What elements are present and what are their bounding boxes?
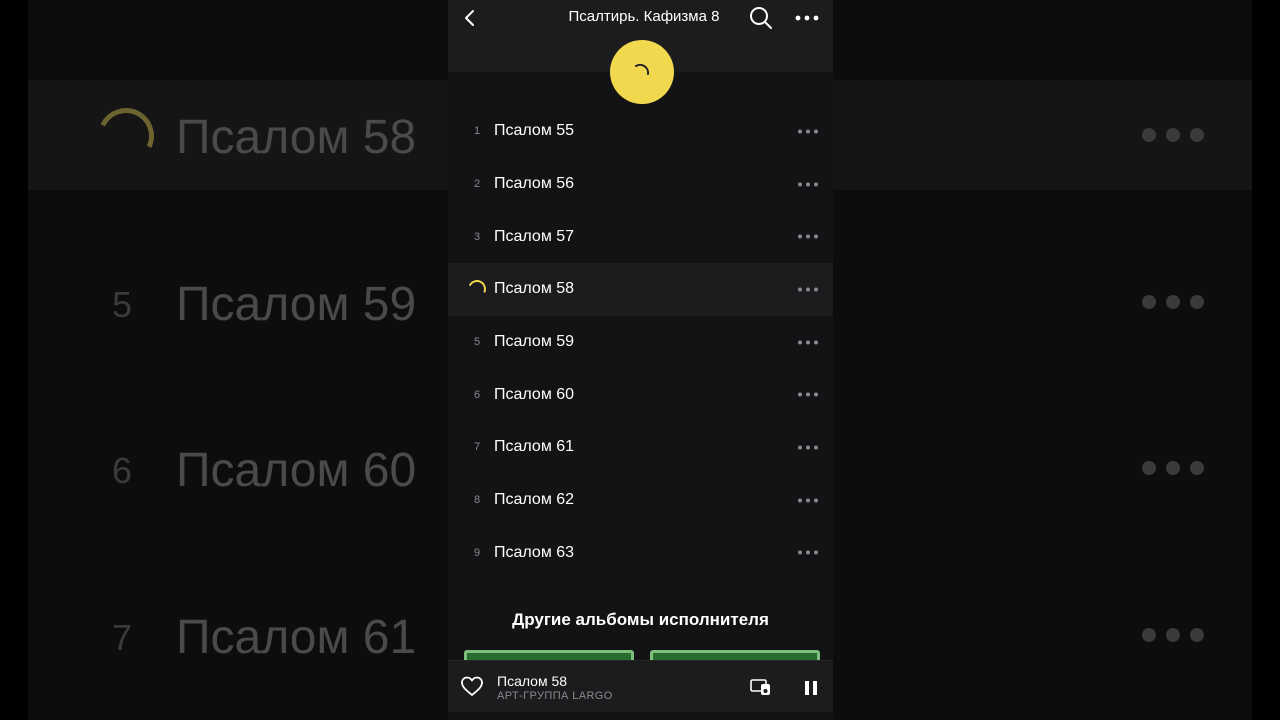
track-title: Псалом 62: [494, 491, 575, 509]
more-icon: [1142, 461, 1204, 475]
track-more-button[interactable]: [796, 279, 820, 299]
more-options-button[interactable]: [794, 5, 820, 31]
track-number: 7: [473, 441, 481, 454]
track-row[interactable]: 7 Псалом 61: [448, 421, 833, 474]
bg-row-title: Псалом 61: [176, 611, 417, 664]
search-icon: [750, 7, 772, 29]
more-icon: [798, 498, 818, 503]
track-row[interactable]: 8 Псалом 62: [448, 474, 833, 527]
mini-player[interactable]: Псалом 58 АРТ-ГРУППА LARGO: [448, 660, 833, 712]
track-more-button[interactable]: [796, 385, 820, 405]
loading-spinner-icon: [90, 100, 162, 172]
more-icon: [798, 392, 818, 397]
more-icon: [798, 445, 818, 450]
bg-row-number: 5: [112, 284, 133, 325]
page-title: Псалтирь. Кафизма 8: [568, 8, 720, 25]
search-button[interactable]: [748, 5, 774, 31]
pause-icon: [805, 681, 817, 695]
track-row[interactable]: 9 Псалом 63: [448, 527, 833, 580]
track-number: 1: [473, 125, 481, 138]
track-more-button[interactable]: [796, 332, 820, 352]
loading-spinner-icon: [635, 63, 650, 75]
track-title: Псалом 58: [494, 280, 575, 298]
pause-button[interactable]: [800, 677, 822, 699]
track-number: 6: [473, 388, 481, 401]
like-button[interactable]: [460, 675, 484, 699]
track-number: 2: [473, 178, 481, 191]
more-icon: [795, 15, 819, 21]
track-number: 3: [473, 230, 481, 243]
track-row[interactable]: 5 Псалом 59: [448, 316, 833, 369]
more-icon: [798, 340, 818, 345]
track-title: Псалом 63: [494, 543, 575, 561]
track-row-playing[interactable]: Псалом 58: [448, 263, 833, 316]
track-title: Псалом 56: [494, 175, 575, 193]
bottom-strip: [448, 712, 833, 720]
track-more-button[interactable]: [796, 174, 820, 194]
track-more-button[interactable]: [796, 227, 820, 247]
track-row[interactable]: 3 Псалом 57: [448, 210, 833, 263]
bg-row-title: Псалом 58: [176, 111, 417, 164]
more-icon: [798, 550, 818, 555]
track-row[interactable]: 1 Псалом 55: [448, 105, 833, 158]
track-more-button[interactable]: [796, 121, 820, 141]
back-button[interactable]: [456, 4, 484, 32]
device-button[interactable]: [750, 677, 772, 697]
more-icon: [1142, 295, 1204, 309]
loading-spinner-icon: [465, 277, 489, 301]
track-more-button[interactable]: [796, 490, 820, 510]
bg-row-number: 7: [112, 617, 133, 658]
track-title: Псалом 55: [494, 122, 575, 140]
album-screen: Псалтирь. Кафизма 8 1 Псалом 55 2 Псалом…: [448, 0, 833, 720]
track-number: 9: [473, 546, 481, 559]
track-row[interactable]: 2 Псалом 56: [448, 158, 833, 211]
track-more-button[interactable]: [796, 543, 820, 563]
more-icon: [798, 129, 818, 134]
bg-row-title: Псалом 60: [176, 444, 417, 497]
more-icon: [798, 287, 818, 292]
bg-row-title: Псалом 59: [176, 278, 417, 331]
track-title: Псалом 61: [494, 438, 575, 456]
track-title: Псалом 60: [494, 385, 575, 403]
more-icon: [798, 234, 818, 239]
chevron-left-icon: [465, 10, 474, 26]
more-icon: [798, 182, 818, 187]
track-number: 5: [473, 336, 481, 349]
track-list: 1 Псалом 55 2 Псалом 56 3 Псалом 57 Псал…: [448, 105, 833, 579]
track-title: Псалом 59: [494, 333, 575, 351]
other-albums-heading: Другие альбомы исполнителя: [512, 610, 769, 629]
track-number: 8: [473, 494, 481, 507]
heart-icon: [461, 676, 483, 696]
track-row[interactable]: 6 Псалом 60: [448, 368, 833, 421]
now-playing-artist: АРТ-ГРУППА LARGO: [497, 690, 613, 702]
play-button[interactable]: [610, 40, 674, 104]
more-icon: [1142, 628, 1204, 642]
track-more-button[interactable]: [796, 437, 820, 457]
track-title: Псалом 57: [494, 227, 575, 245]
device-icon: [750, 679, 770, 695]
now-playing-title: Псалом 58: [497, 673, 568, 689]
more-icon: [1142, 128, 1204, 142]
bg-row-number: 6: [112, 450, 133, 491]
